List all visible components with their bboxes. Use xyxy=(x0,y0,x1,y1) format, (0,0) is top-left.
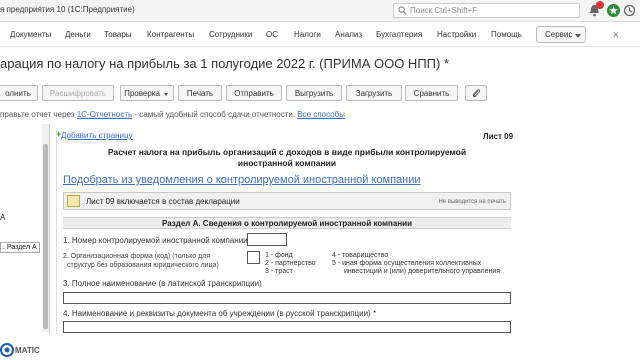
brand-logo xyxy=(0,343,14,357)
menu-item-fixed-assets[interactable]: ОС xyxy=(266,30,278,39)
brand-text: MATIC xyxy=(15,346,40,355)
section-a-header: Раздел А. Сведения о контролируемой инос… xyxy=(63,217,511,229)
history-icon[interactable] xyxy=(622,3,637,18)
org-form-legend-5-cont: инвестиций и (или) доверительного управл… xyxy=(344,268,501,275)
compare-button[interactable]: Сравнить xyxy=(405,85,458,101)
field3-label: 3. Полное наименование (в латинской тран… xyxy=(63,279,262,288)
send-label: Отправить xyxy=(234,89,274,98)
field3-input[interactable] xyxy=(63,292,511,304)
paperclip-icon xyxy=(472,89,481,98)
decipher-label: Расшифровать xyxy=(49,89,107,98)
org-form-legend-5: 5 - иная форма осуществления коллективны… xyxy=(332,260,482,267)
search-icon xyxy=(398,6,407,15)
form-heading-line2: иностранной компании xyxy=(237,158,337,168)
org-form-legend-2: 2 - партнерство xyxy=(265,260,316,267)
notification-badge xyxy=(596,1,604,9)
field4-input[interactable] xyxy=(63,321,511,333)
page-title: арация по налогу на прибыль за 1 полугод… xyxy=(0,56,450,71)
field1-label: 1. Номер контролируемой иностранной комп… xyxy=(63,236,248,245)
title-bar: я предприятия 10 (1С:Предприятие) Поиск … xyxy=(0,0,640,22)
field1-input[interactable] xyxy=(247,233,287,246)
all-methods-link[interactable]: Все способы xyxy=(297,110,345,119)
include-sheet-row: Лист 09 включается в состав декларации Н… xyxy=(63,192,511,210)
menu-item-documents[interactable]: Документы xyxy=(10,30,51,39)
field2-label-line1: 2. Организационная форма (код) (только д… xyxy=(63,253,211,260)
chevron-down-icon xyxy=(575,34,581,38)
menu-item-goods[interactable]: Товары xyxy=(104,30,132,39)
fill-button[interactable]: олнить xyxy=(0,85,38,101)
print-label: Печать xyxy=(186,89,214,98)
decipher-button[interactable]: Расшифровать xyxy=(42,85,114,101)
load-button[interactable]: Загрузить xyxy=(346,85,402,101)
document-toolbar: олнить Расшифровать Проверка Печать Отпр… xyxy=(0,85,640,102)
include-sheet-checkbox[interactable] xyxy=(67,195,80,207)
star-icon[interactable] xyxy=(606,3,621,18)
tree-item-section-a[interactable]: . Раздел А xyxy=(0,242,40,253)
report-form: + Добавить страницу Лист 09 Расчет налог… xyxy=(56,128,640,334)
check-label: Проверка xyxy=(124,89,160,98)
field2-input[interactable] xyxy=(247,251,260,264)
service-label: Сервис xyxy=(545,30,573,39)
menu-item-employees[interactable]: Сотрудники xyxy=(209,30,252,39)
compare-label: Сравнить xyxy=(413,89,450,98)
attach-button[interactable] xyxy=(465,85,487,101)
info-text-start: правьте отчет через xyxy=(0,110,77,119)
upload-label: Выгрузить xyxy=(294,89,334,98)
form-heading-line1: Расчет налога на прибыль организаций с д… xyxy=(107,147,467,157)
scrollbar-thumb[interactable] xyxy=(43,144,48,329)
menu-item-analysis[interactable]: Анализ xyxy=(335,30,362,39)
footer-strip: MATIC xyxy=(0,334,640,360)
menu-item-help[interactable]: Помощь xyxy=(491,30,522,39)
field4-label: 4. Наименование и реквизиты документа об… xyxy=(63,309,377,318)
menu-item-accounting[interactable]: Бухгалтерия xyxy=(376,30,422,39)
app-title: я предприятия 10 (1С:Предприятие) xyxy=(0,5,135,14)
org-form-legend-4: 4 - товарищество xyxy=(332,252,389,259)
reporting-link[interactable]: 1С-Отчетность xyxy=(77,110,133,119)
chevron-down-icon xyxy=(164,93,168,96)
main-menu: Документы Деньги Товары Контрагенты Сотр… xyxy=(0,23,640,47)
fill-label: олнить xyxy=(5,89,31,98)
close-icon[interactable]: × xyxy=(613,30,619,41)
field2-label-line2: структур без образования юридического ли… xyxy=(67,262,219,269)
send-button[interactable]: Отправить xyxy=(226,85,282,101)
not-printed-note: Не выводится на печать xyxy=(438,199,506,205)
upload-button[interactable]: Выгрузить xyxy=(286,85,342,101)
search-placeholder: Поиск Ctrl+Shift+F xyxy=(410,6,478,15)
tree-item-a[interactable]: А xyxy=(0,213,5,222)
pick-from-notice-link[interactable]: Подобрать из уведомления о контролируемо… xyxy=(63,174,421,186)
scrollbar[interactable] xyxy=(42,124,49,332)
org-form-legend-3: 3 - траст xyxy=(265,268,293,275)
sections-tree-panel: А . Раздел А xyxy=(0,124,50,334)
menu-item-settings[interactable]: Настройки xyxy=(437,30,476,39)
service-button[interactable]: Сервис xyxy=(536,26,586,43)
print-button[interactable]: Печать xyxy=(178,85,222,101)
menu-item-money[interactable]: Деньги xyxy=(65,30,91,39)
org-form-legend-1: 1 - фонд xyxy=(265,252,293,259)
include-sheet-label: Лист 09 включается в состав декларации xyxy=(86,197,240,206)
check-button[interactable]: Проверка xyxy=(120,85,174,101)
form-heading: Расчет налога на прибыль организаций с д… xyxy=(97,147,477,169)
global-search[interactable]: Поиск Ctrl+Shift+F xyxy=(393,3,580,18)
sheet-label: Лист 09 xyxy=(483,132,514,141)
menu-item-counterparties[interactable]: Контрагенты xyxy=(147,30,194,39)
add-page-link[interactable]: Добавить страницу xyxy=(61,131,133,140)
info-bar: правьте отчет через 1С-Отчетность - самы… xyxy=(0,110,345,119)
menu-item-taxes[interactable]: Налоги xyxy=(294,30,321,39)
info-text-mid: - самый удобный способ сдачи отчетности. xyxy=(132,110,298,119)
load-label: Загрузить xyxy=(355,89,393,98)
